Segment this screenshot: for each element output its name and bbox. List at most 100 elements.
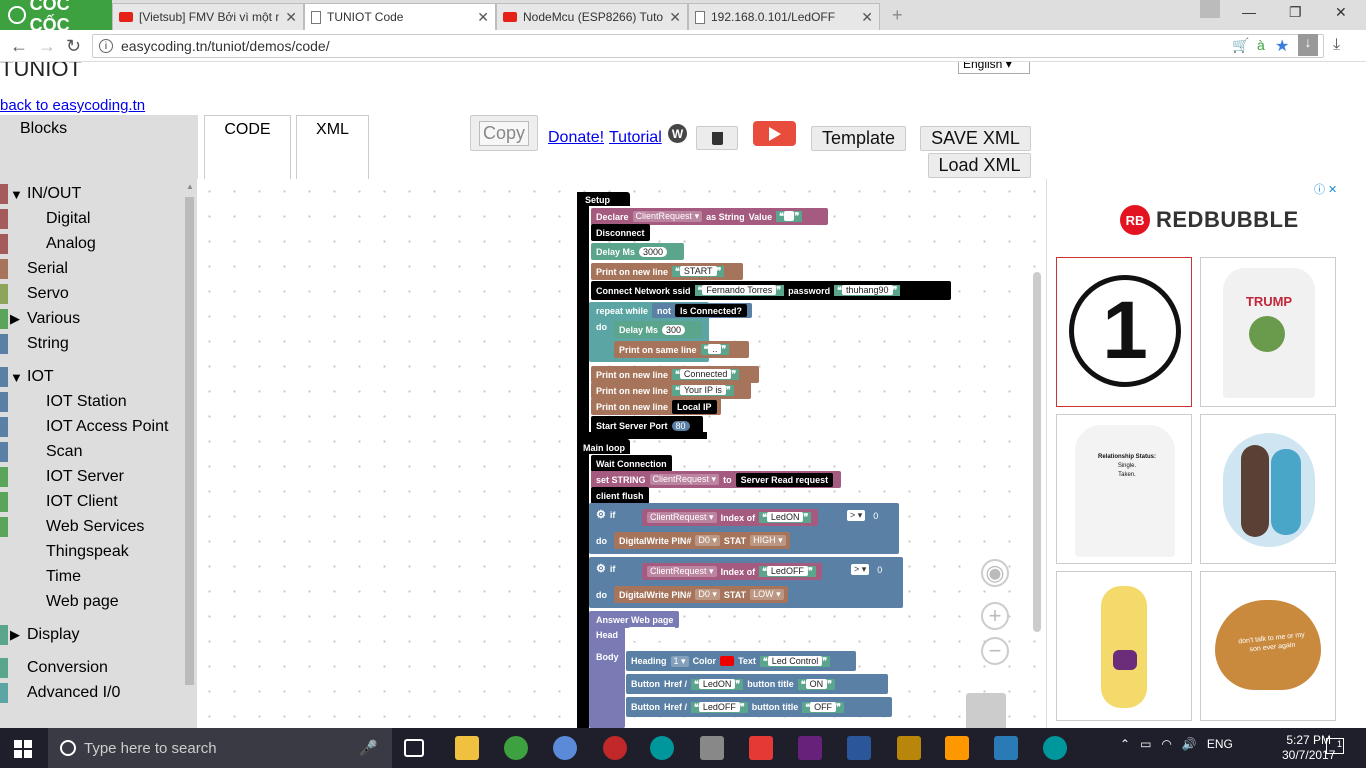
blockly-workspace[interactable] <box>197 179 1045 728</box>
tab-code[interactable]: CODE <box>204 115 291 179</box>
tab-nodemcu[interactable]: NodeMcu (ESP8266) Tuto ✕ <box>496 3 688 30</box>
vc-app-icon[interactable] <box>994 736 1018 760</box>
toolbox-category-thingspeak[interactable]: Thingspeak <box>0 540 182 564</box>
task-view-icon[interactable] <box>404 739 424 757</box>
toolbox-category-servo[interactable]: Servo <box>0 282 182 306</box>
redbubble-logo[interactable]: RB REDBUBBLE <box>1120 205 1299 235</box>
toolbox-category-iot-client[interactable]: IOT Client <box>0 490 182 514</box>
bookmark-star-icon[interactable]: ★ <box>1275 36 1289 56</box>
toolbox-category-conversion[interactable]: Conversion <box>0 656 182 680</box>
forward-icon[interactable]: → <box>38 36 56 57</box>
tool-icon[interactable] <box>700 736 724 760</box>
chevron-up-icon[interactable]: ⌃ <box>1120 737 1130 751</box>
profile-icon[interactable] <box>1200 0 1220 18</box>
toolbox-category-iot-station[interactable]: IOT Station <box>0 390 182 414</box>
wordpress-icon[interactable]: W <box>668 124 687 143</box>
app-red-icon[interactable] <box>603 736 627 760</box>
back-to-easycoding-link[interactable]: back to easycoding.tn <box>0 97 145 114</box>
taskbar-search[interactable]: Type here to search 🎤 <box>48 728 392 768</box>
wifi-icon[interactable]: ◠ <box>1161 737 1171 751</box>
paint-icon[interactable] <box>553 736 577 760</box>
language-indicator[interactable]: ENG <box>1207 737 1233 751</box>
close-window-icon[interactable]: ✕ <box>1335 4 1347 21</box>
back-icon[interactable]: ← <box>10 36 28 57</box>
windows-start-icon[interactable] <box>14 740 32 758</box>
copy-button[interactable]: Copy <box>470 115 538 151</box>
tab-blocks[interactable]: Blocks <box>0 115 198 179</box>
ad-choices-icon[interactable]: ⓘ ✕ <box>1314 181 1337 197</box>
coccoc-taskbar-icon[interactable] <box>504 736 528 760</box>
toolbox-category-display[interactable]: ▶ Display <box>0 623 182 647</box>
address-bar[interactable]: i easycoding.tn/tuniot/demos/code/ <box>92 34 1324 58</box>
toolbox-category-digital[interactable]: Digital <box>0 207 182 231</box>
recenter-icon[interactable]: ◉ <box>981 559 1009 587</box>
ad-product-sticker-anime[interactable] <box>1056 571 1192 721</box>
tab-ledoff[interactable]: 192.168.0.101/LedOFF ✕ <box>688 3 880 30</box>
coccoc-menu-button[interactable]: CỐC CỐC <box>0 0 112 35</box>
minimize-icon[interactable]: — <box>1242 4 1256 20</box>
new-tab-icon[interactable]: + <box>892 5 903 26</box>
visual-studio-icon[interactable] <box>798 736 822 760</box>
expanded-triangle-icon[interactable]: ▼ <box>10 187 23 202</box>
donate-link[interactable]: Donate! <box>548 129 604 147</box>
toolbox-category-scan[interactable]: Scan <box>0 440 182 464</box>
download-extension-icon[interactable]: ↓ <box>1298 34 1318 56</box>
tab-tuniot-code[interactable]: TUNIOT Code ✕ <box>304 3 496 30</box>
load-xml-button[interactable]: Load XML <box>928 153 1031 178</box>
toolbox-scroll-thumb[interactable] <box>185 197 194 685</box>
arduino-icon-2[interactable] <box>1043 736 1067 760</box>
zoom-in-icon[interactable]: + <box>981 602 1009 630</box>
site-info-icon[interactable]: i <box>99 39 113 53</box>
sublime-icon[interactable] <box>945 736 969 760</box>
toolbox-category-analog[interactable]: Analog <box>0 232 182 256</box>
ad-product-trump-shirt[interactable]: TRUMP <box>1200 257 1336 407</box>
tab-xml[interactable]: XML <box>296 115 369 179</box>
language-select[interactable]: English ▾ <box>958 62 1030 74</box>
collapsed-triangle-icon[interactable]: ▶ <box>10 311 20 327</box>
toolbox-category-serial[interactable]: Serial <box>0 257 182 281</box>
volume-icon[interactable]: 🔊 <box>1182 737 1197 751</box>
workspace-trash-icon[interactable] <box>966 693 1006 728</box>
microphone-icon[interactable]: 🎤 <box>359 739 378 757</box>
zoom-out-icon[interactable]: − <box>981 637 1009 665</box>
expanded-triangle-icon[interactable]: ▼ <box>10 370 23 385</box>
ad-product-sticker-girls[interactable] <box>1200 414 1336 564</box>
action-center-icon[interactable]: 1 <box>1326 738 1344 754</box>
ad-product-number-one[interactable]: 1 <box>1056 257 1192 407</box>
downloads-icon[interactable]: ⤓ <box>1333 36 1340 54</box>
toolbox-category-string[interactable]: String <box>0 332 182 356</box>
workspace-scrollbar[interactable] <box>1033 272 1041 632</box>
save-xml-button[interactable]: SAVE XML <box>920 126 1031 151</box>
scroll-up-icon[interactable]: ▲ <box>186 182 194 191</box>
ic-app-icon[interactable] <box>749 736 773 760</box>
delete-all-button[interactable] <box>696 126 738 150</box>
tab-vietsub[interactable]: [Vietsub] FMV Bởi vì một n ✕ <box>112 3 304 30</box>
toolbox-category-iot-access-point[interactable]: IOT Access Point <box>0 415 182 439</box>
app-15-icon[interactable] <box>897 736 921 760</box>
toolbox-category-web-page[interactable]: Web page <box>0 590 182 614</box>
vietnamese-input-icon[interactable]: à <box>1257 37 1265 53</box>
close-tab-icon[interactable]: ✕ <box>477 9 489 26</box>
close-tab-icon[interactable]: ✕ <box>861 9 873 26</box>
toolbox-category-iot-server[interactable]: IOT Server <box>0 465 182 489</box>
toolbox-category-iot[interactable]: ▼ IOT <box>0 365 182 389</box>
restore-icon[interactable]: ❐ <box>1289 4 1302 21</box>
toolbox-category-web-services[interactable]: Web Services <box>0 515 182 539</box>
ad-product-relationship-shirt[interactable]: Relationship Status: Single. Taken. <box>1056 414 1192 564</box>
collapsed-triangle-icon[interactable]: ▶ <box>10 627 20 643</box>
reload-icon[interactable]: ↻ <box>66 36 81 57</box>
toolbox-category-advanced-i-0[interactable]: Advanced I/0 <box>0 681 182 705</box>
network-icon[interactable]: ▭ <box>1140 737 1151 751</box>
toolbox-category-various[interactable]: ▶ Various <box>0 307 182 331</box>
file-explorer-icon[interactable] <box>455 736 479 760</box>
word-icon[interactable] <box>847 736 871 760</box>
arduino-icon[interactable] <box>650 736 674 760</box>
youtube-button[interactable] <box>753 121 796 146</box>
template-button[interactable]: Template <box>811 126 906 151</box>
ad-product-sticker-dog[interactable]: don't talk to me or my son ever again <box>1200 571 1336 721</box>
close-tab-icon[interactable]: ✕ <box>669 9 681 26</box>
toolbox-category-in-out[interactable]: ▼ IN/OUT <box>0 182 182 206</box>
tutorial-link[interactable]: Tutorial <box>609 129 662 147</box>
shopping-cart-icon[interactable]: 🛒 <box>1232 37 1249 54</box>
close-tab-icon[interactable]: ✕ <box>285 9 297 26</box>
